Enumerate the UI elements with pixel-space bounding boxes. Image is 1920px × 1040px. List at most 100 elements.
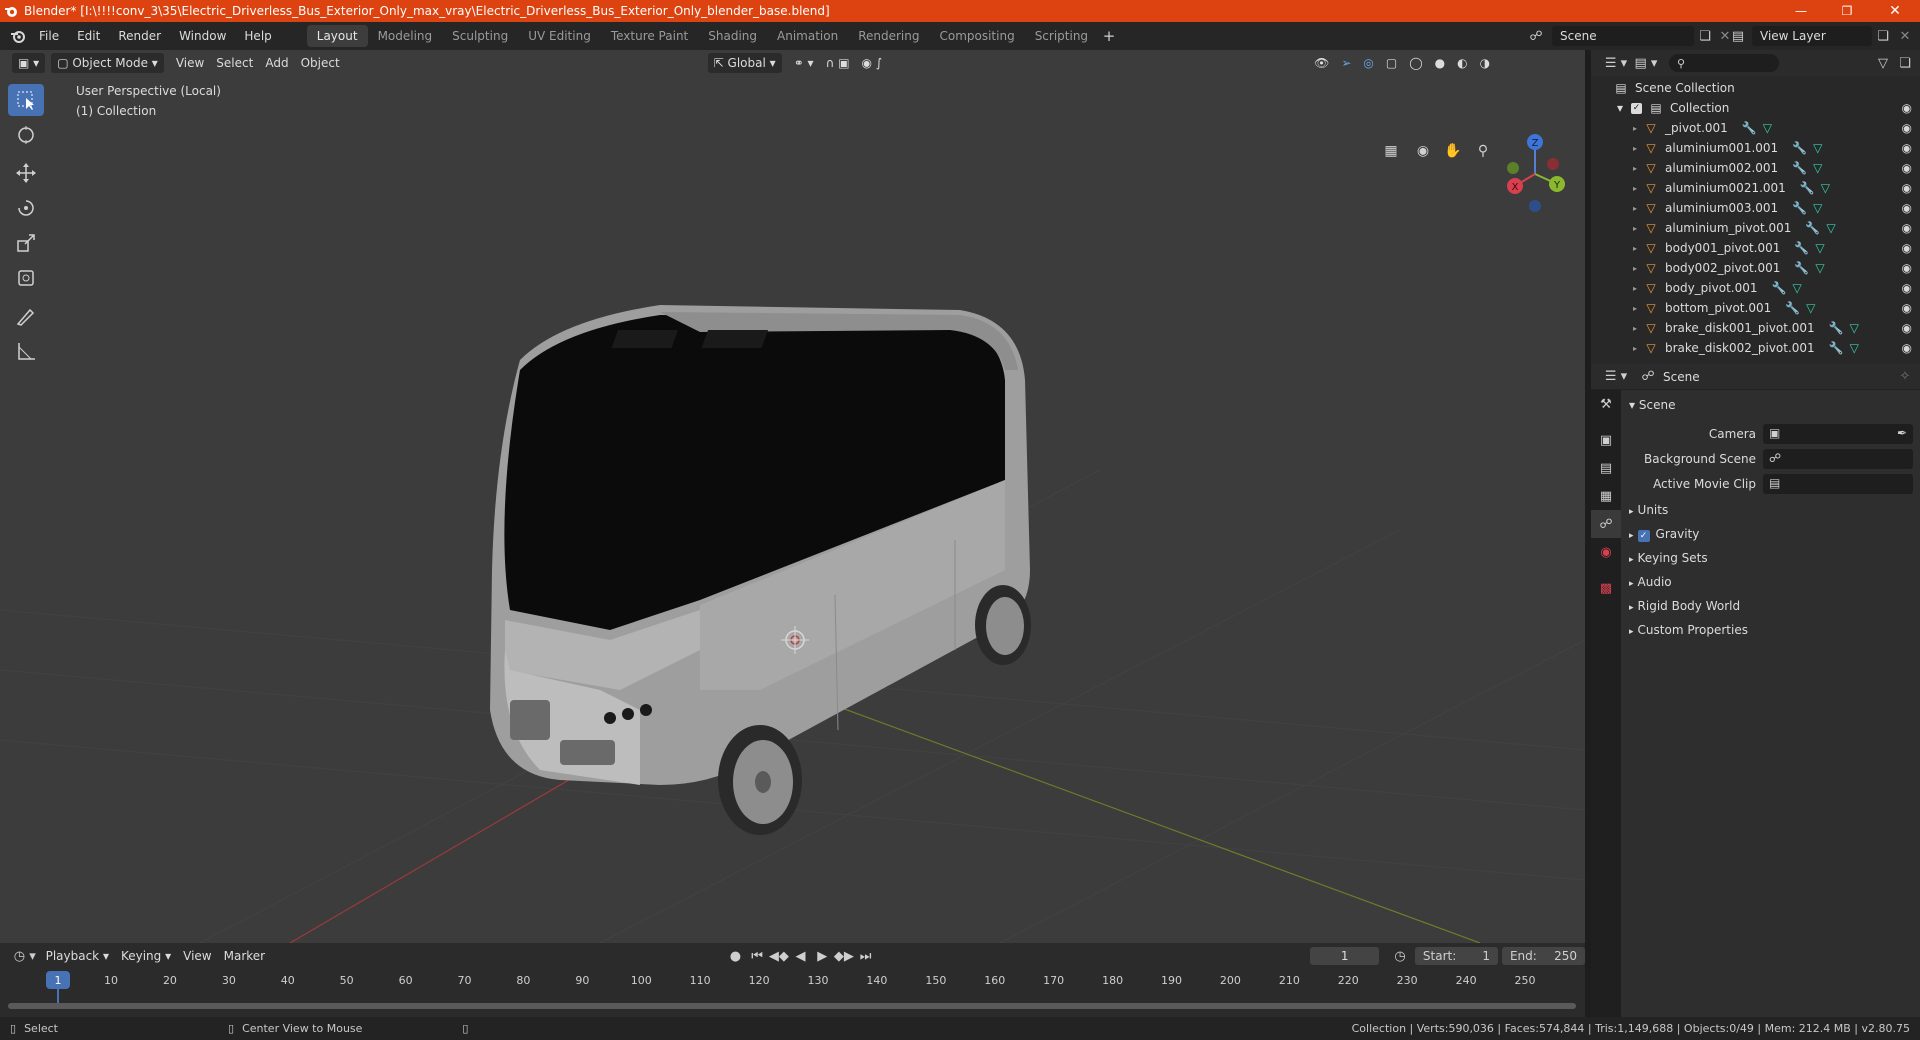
modifier-wrench-icon[interactable]: 🔧 [1805,221,1820,235]
expand-arrow-icon[interactable]: ▸ [1633,324,1643,333]
timeline-menu-keying[interactable]: Keying ▾ [115,946,177,966]
new-view-layer-icon[interactable]: ❏ [1872,26,1894,46]
scene-field[interactable]: Scene [1552,26,1694,46]
viewport-menu-select[interactable]: Select [210,53,259,73]
solid-shading-icon[interactable]: ● [1429,53,1451,73]
object-mode-dropdown[interactable]: ▢ Object Mode ▾ [51,53,164,73]
pin-icon[interactable]: ✧ [1894,367,1916,387]
modifier-wrench-icon[interactable]: 🔧 [1792,201,1807,215]
jump-start-icon[interactable]: ⏮ [746,946,768,966]
expand-arrow-icon[interactable]: ▸ [1633,124,1643,133]
scene-browse-icon[interactable]: ☍ [1525,26,1547,46]
modifier-wrench-icon[interactable]: 🔧 [1772,281,1787,295]
mesh-data-icon[interactable]: ▽ [1826,221,1835,235]
jump-end-icon[interactable]: ⏭ [855,946,877,966]
outliner-object-row[interactable]: ▸ ▽ aluminium0021.001 🔧 ▽ ◉ [1591,178,1920,198]
eye-icon[interactable]: ◉ [1902,141,1912,155]
property-field[interactable]: ☍ [1763,449,1913,469]
material-shading-icon[interactable]: ◐ [1451,53,1473,73]
pan-hand-icon[interactable]: ✋ [1440,138,1466,164]
filter-icon[interactable]: ▽ [1872,53,1894,73]
zoom-icon[interactable]: ⚲ [1470,138,1496,164]
outliner-search-input[interactable]: ⚲ [1669,54,1779,72]
texture-tab-icon[interactable]: ▩ [1591,574,1621,602]
eye-icon[interactable]: ◉ [1902,261,1912,275]
outliner-scene-collection[interactable]: ▤ Scene Collection [1591,78,1920,98]
outliner-collection-row[interactable]: ▾ ✓ ▤ Collection ◉ [1591,98,1920,118]
timeline-scrollbar[interactable] [8,1003,1576,1009]
eyedropper-icon[interactable]: ✒ [1897,426,1907,440]
rendered-shading-icon[interactable]: ◑ [1474,53,1496,73]
tab-rendering[interactable]: Rendering [848,25,929,47]
expand-arrow-icon[interactable]: ▸ [1633,164,1643,173]
rotate-tool[interactable] [8,192,44,224]
viewport-menu-object[interactable]: Object [295,53,346,73]
mesh-data-icon[interactable]: ▽ [1821,181,1830,195]
mesh-data-icon[interactable]: ▽ [1813,161,1822,175]
expand-arrow-icon[interactable]: ▸ [1633,244,1643,253]
modifier-wrench-icon[interactable]: 🔧 [1742,121,1757,135]
outliner-object-row[interactable]: ▸ ▽ body002_pivot.001 🔧 ▽ ◉ [1591,258,1920,278]
start-frame-field[interactable]: Start: 1 [1414,947,1498,965]
outliner-editor-type-icon[interactable]: ☰ ▾ [1601,53,1631,73]
outliner-object-row[interactable]: ▸ ▽ brake_disk002_pivot.001 🔧 ▽ ◉ [1591,338,1920,358]
xray-toggle-icon[interactable]: ▢ [1380,53,1403,73]
outliner-object-row[interactable]: ▸ ▽ body_pivot.001 🔧 ▽ ◉ [1591,278,1920,298]
pivot-point-icon[interactable]: ⚭ ▾ [788,53,820,73]
outliner-object-row[interactable]: ▸ ▽ aluminium002.001 🔧 ▽ ◉ [1591,158,1920,178]
grid-view-icon[interactable]: ▦ [1378,138,1404,164]
properties-editor-type-icon[interactable]: ☰ ▾ [1601,367,1631,387]
3d-viewport[interactable]: ▣ ▾ ▢ Object Mode ▾ View Select Add Obje… [0,50,1585,943]
play-reverse-icon[interactable]: ◀ [790,946,812,966]
mesh-data-icon[interactable]: ▽ [1763,121,1772,135]
record-icon[interactable]: ● [725,946,747,966]
gizmo-neg-x-axis[interactable] [1547,158,1559,170]
eye-icon[interactable]: ◉ [1902,281,1912,295]
outliner-object-row[interactable]: ▸ ▽ aluminium003.001 🔧 ▽ ◉ [1591,198,1920,218]
tab-sculpting[interactable]: Sculpting [442,25,518,47]
add-workspace-icon[interactable]: + [1098,26,1120,46]
mesh-data-icon[interactable]: ▽ [1806,301,1815,315]
blender-menu-icon[interactable] [6,26,30,46]
viewport-menu-view[interactable]: View [170,53,210,73]
tool-settings-tab-icon[interactable]: ⚒ [1591,390,1621,418]
measure-tool[interactable] [8,335,44,367]
view-layer-tab-icon[interactable]: ▦ [1591,482,1621,510]
tab-uv-editing[interactable]: UV Editing [518,25,601,47]
expand-arrow-icon[interactable]: ▾ [1617,101,1631,115]
tab-compositing[interactable]: Compositing [929,25,1024,47]
display-mode-icon[interactable]: ▤ ▾ [1631,53,1661,73]
subpanel-header[interactable]: ▸ Audio [1629,575,1672,589]
tab-layout[interactable]: Layout [306,25,368,47]
eye-icon[interactable]: ◉ [1902,101,1912,115]
output-tab-icon[interactable]: ▤ [1591,454,1621,482]
tab-scripting[interactable]: Scripting [1025,25,1098,47]
view-layer-field[interactable]: View Layer [1752,26,1872,46]
timeline-menu-playback[interactable]: Playback ▾ [40,946,115,966]
outliner-object-row[interactable]: ▸ ▽ bottom_pivot.001 🔧 ▽ ◉ [1591,298,1920,318]
eye-icon[interactable]: ◉ [1902,221,1912,235]
cursor-tool[interactable] [8,119,44,151]
play-icon[interactable]: ▶ [811,946,833,966]
gizmo-neg-y-axis[interactable] [1507,162,1519,174]
subpanel-header[interactable]: ▸ Rigid Body World [1629,599,1740,613]
property-field[interactable]: ▤ [1763,474,1913,494]
prev-keyframe-icon[interactable]: ◀◆ [768,946,790,966]
scale-tool[interactable] [8,227,44,259]
property-field[interactable]: ▣ ✒ [1763,424,1913,444]
mesh-data-icon[interactable]: ▽ [1850,321,1859,335]
navigation-gizmo[interactable]: Z Y X [1495,134,1575,214]
modifier-wrench-icon[interactable]: 🔧 [1829,321,1844,335]
delete-view-layer-icon[interactable]: ✕ [1894,26,1916,46]
eye-icon[interactable]: ◉ [1902,121,1912,135]
menu-render[interactable]: Render [109,25,170,47]
collection-checkbox[interactable]: ✓ [1631,102,1642,114]
orientation-dropdown[interactable]: ⇱ Global ▾ [707,53,782,73]
modifier-wrench-icon[interactable]: 🔧 [1794,241,1809,255]
view-layer-browse-icon[interactable]: ▤ [1727,26,1749,46]
close-button[interactable]: ✕ [1870,0,1920,22]
viewport-menu-add[interactable]: Add [259,53,294,73]
menu-edit[interactable]: Edit [68,25,109,47]
wireframe-shading-icon[interactable]: ◯ [1403,53,1428,73]
bus-model[interactable] [490,305,1031,835]
